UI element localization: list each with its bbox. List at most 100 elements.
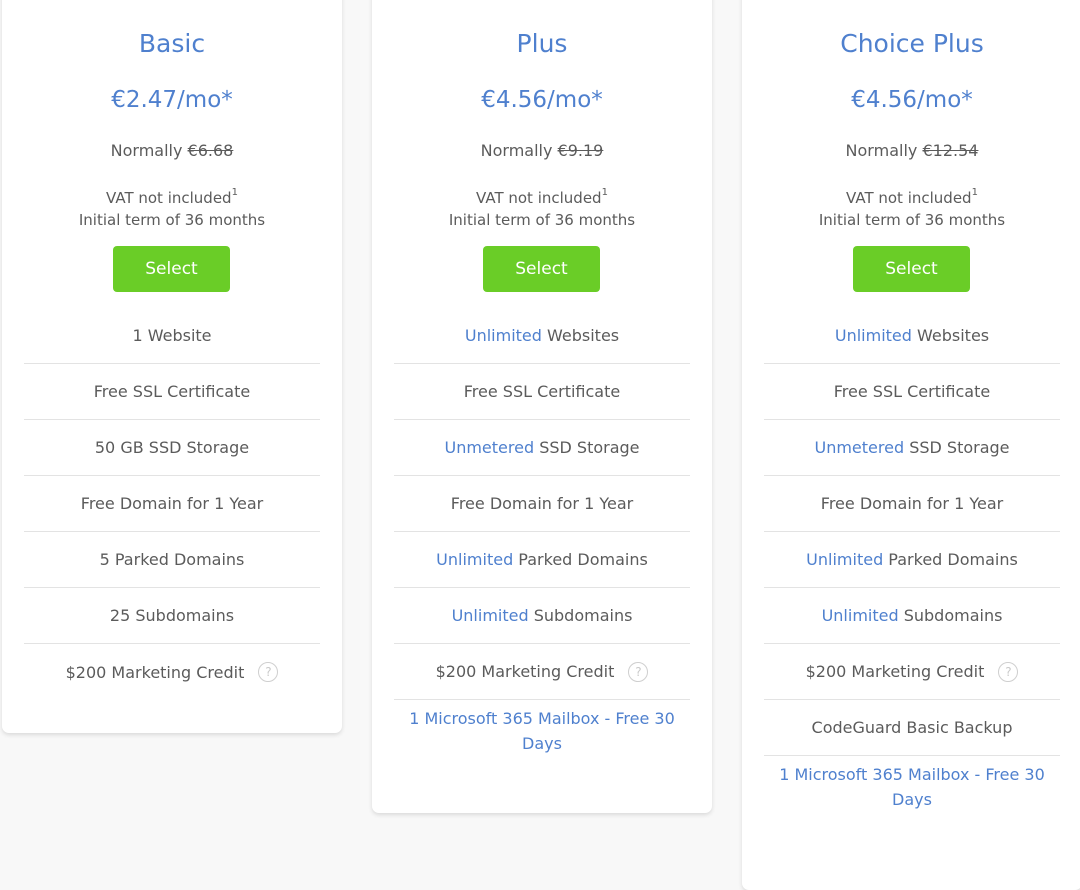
feature-list: 1 Website Free SSL Certificate 50 GB SSD S… xyxy=(24,308,320,700)
plan-name: Basic xyxy=(138,29,206,58)
feature-item: Unmetered SSD Storage xyxy=(764,420,1060,476)
feature-label: Subdomains xyxy=(898,606,1003,625)
vat-footnote[interactable]: 1 xyxy=(972,187,978,198)
feature-item: 1 Website xyxy=(24,308,320,364)
normal-price-line: Normally €6.68 xyxy=(2,140,342,162)
normal-price: €12.54 xyxy=(922,141,979,160)
feature-item: $200 Marketing Credit? xyxy=(394,644,690,700)
feature-item: 25 Subdomains xyxy=(24,588,320,644)
feature-item: Unlimited Subdomains xyxy=(764,588,1060,644)
plan-card-choice-plus: Choice Plus €4.56/mo* Normally €12.54 VA… xyxy=(742,0,1080,890)
help-icon[interactable]: ? xyxy=(628,661,649,682)
normally-label: Normally xyxy=(480,141,553,160)
feature-item: Free Domain for 1 Year xyxy=(764,476,1060,532)
feature-label: 5 Parked Domains xyxy=(99,550,245,569)
help-icon[interactable]: ? xyxy=(998,661,1019,682)
feature-text: 1 Microsoft 365 Mailbox - Free 30 Days xyxy=(770,762,1054,812)
feature-text: Unlimited Websites xyxy=(465,323,619,348)
term-note: Initial term of 36 months xyxy=(448,211,636,229)
vat-footnote[interactable]: 1 xyxy=(602,187,608,198)
feature-label: Free SSL Certificate xyxy=(463,382,621,401)
feature-label: SSD Storage xyxy=(534,438,640,457)
feature-item: 50 GB SSD Storage xyxy=(24,420,320,476)
normal-price: €6.68 xyxy=(187,141,234,160)
feature-label: $200 Marketing Credit xyxy=(805,662,985,681)
select-plus-button[interactable]: Select xyxy=(483,246,600,292)
feature-label: 50 GB SSD Storage xyxy=(94,438,250,457)
feature-item: Free SSL Certificate xyxy=(24,364,320,420)
feature-text: Free Domain for 1 Year xyxy=(821,491,1003,516)
feature-label: Websites xyxy=(911,326,990,345)
vat-footnote[interactable]: 1 xyxy=(232,187,238,198)
feature-highlight: 1 Microsoft 365 Mailbox - Free 30 Days xyxy=(779,765,1045,809)
feature-highlight: 1 Microsoft 365 Mailbox - Free 30 Days xyxy=(409,709,675,753)
feature-text: Free SSL Certificate xyxy=(94,379,250,404)
feature-item: $200 Marketing Credit? xyxy=(24,644,320,700)
feature-text: CodeGuard Basic Backup xyxy=(812,715,1013,740)
feature-label: 1 Website xyxy=(132,326,212,345)
feature-highlight: Unlimited xyxy=(464,326,542,345)
feature-label: Parked Domains xyxy=(513,550,648,569)
feature-text: Unlimited Parked Domains xyxy=(806,547,1018,572)
feature-text: Unmetered SSD Storage xyxy=(814,435,1009,460)
feature-label: Parked Domains xyxy=(883,550,1018,569)
feature-item: 1 Microsoft 365 Mailbox - Free 30 Days xyxy=(764,756,1060,820)
help-icon[interactable]: ? xyxy=(258,662,279,682)
feature-text: Unlimited Parked Domains xyxy=(436,547,648,572)
vat-info: VAT not included1 Initial term of 36 mon… xyxy=(372,184,712,231)
feature-label: Websites xyxy=(541,326,620,345)
plan-price: €2.47/mo* xyxy=(111,87,233,113)
feature-label: Free SSL Certificate xyxy=(833,382,991,401)
term-note: Initial term of 36 months xyxy=(818,211,1006,229)
feature-highlight: Unmetered xyxy=(814,438,905,457)
feature-item: Unmetered SSD Storage xyxy=(394,420,690,476)
feature-text: $200 Marketing Credit xyxy=(806,659,985,684)
feature-list: Unlimited Websites Free SSL Certificate Un… xyxy=(394,308,690,764)
feature-text: Unlimited Subdomains xyxy=(822,603,1003,628)
normal-price-line: Normally €9.19 xyxy=(372,140,712,162)
vat-info: VAT not included1 Initial term of 36 mon… xyxy=(2,184,342,231)
feature-label: 25 Subdomains xyxy=(109,606,235,625)
feature-highlight: Unlimited xyxy=(834,326,912,345)
feature-text: Free Domain for 1 Year xyxy=(451,491,633,516)
term-note: Initial term of 36 months xyxy=(78,211,266,229)
feature-list: Unlimited Websites Free SSL Certificate Un… xyxy=(764,308,1060,820)
feature-text: 1 Website xyxy=(132,323,211,348)
plan-name: Choice Plus xyxy=(840,29,984,58)
feature-text: 5 Parked Domains xyxy=(100,547,245,572)
vat-note: VAT not included xyxy=(106,189,232,207)
feature-label: Free Domain for 1 Year xyxy=(450,494,634,513)
feature-item: Unlimited Parked Domains xyxy=(764,532,1060,588)
feature-text: $200 Marketing Credit xyxy=(436,659,615,684)
feature-text: Free Domain for 1 Year xyxy=(81,491,263,516)
select-basic-button[interactable]: Select xyxy=(113,246,230,292)
feature-text: 50 GB SSD Storage xyxy=(95,435,249,460)
feature-label: SSD Storage xyxy=(904,438,1010,457)
feature-text: $200 Marketing Credit xyxy=(66,660,245,685)
feature-item: Unlimited Subdomains xyxy=(394,588,690,644)
feature-label: CodeGuard Basic Backup xyxy=(811,718,1013,737)
vat-note: VAT not included xyxy=(476,189,602,207)
feature-highlight: Unmetered xyxy=(444,438,535,457)
feature-label: Subdomains xyxy=(528,606,633,625)
vat-note: VAT not included xyxy=(846,189,972,207)
feature-item: Free SSL Certificate xyxy=(394,364,690,420)
plan-card-basic: Basic €2.47/mo* Normally €6.68 VAT not i… xyxy=(2,0,342,733)
feature-text: Free SSL Certificate xyxy=(464,379,620,404)
feature-label: Free SSL Certificate xyxy=(93,382,251,401)
normally-label: Normally xyxy=(845,141,918,160)
feature-highlight: Unlimited xyxy=(451,606,529,625)
feature-item: $200 Marketing Credit? xyxy=(764,644,1060,700)
feature-label: Free Domain for 1 Year xyxy=(820,494,1004,513)
feature-highlight: Unlimited xyxy=(806,550,884,569)
plan-name: Plus xyxy=(516,29,568,58)
feature-item: Free Domain for 1 Year xyxy=(24,476,320,532)
feature-item: CodeGuard Basic Backup xyxy=(764,700,1060,756)
feature-label: Free Domain for 1 Year xyxy=(80,494,264,513)
feature-label: $200 Marketing Credit xyxy=(435,662,615,681)
select-choice-plus-button[interactable]: Select xyxy=(853,246,970,292)
feature-text: Unlimited Websites xyxy=(835,323,989,348)
feature-text: 1 Microsoft 365 Mailbox - Free 30 Days xyxy=(400,706,684,756)
vat-info: VAT not included1 Initial term of 36 mon… xyxy=(742,184,1080,231)
normal-price-line: Normally €12.54 xyxy=(742,140,1080,162)
